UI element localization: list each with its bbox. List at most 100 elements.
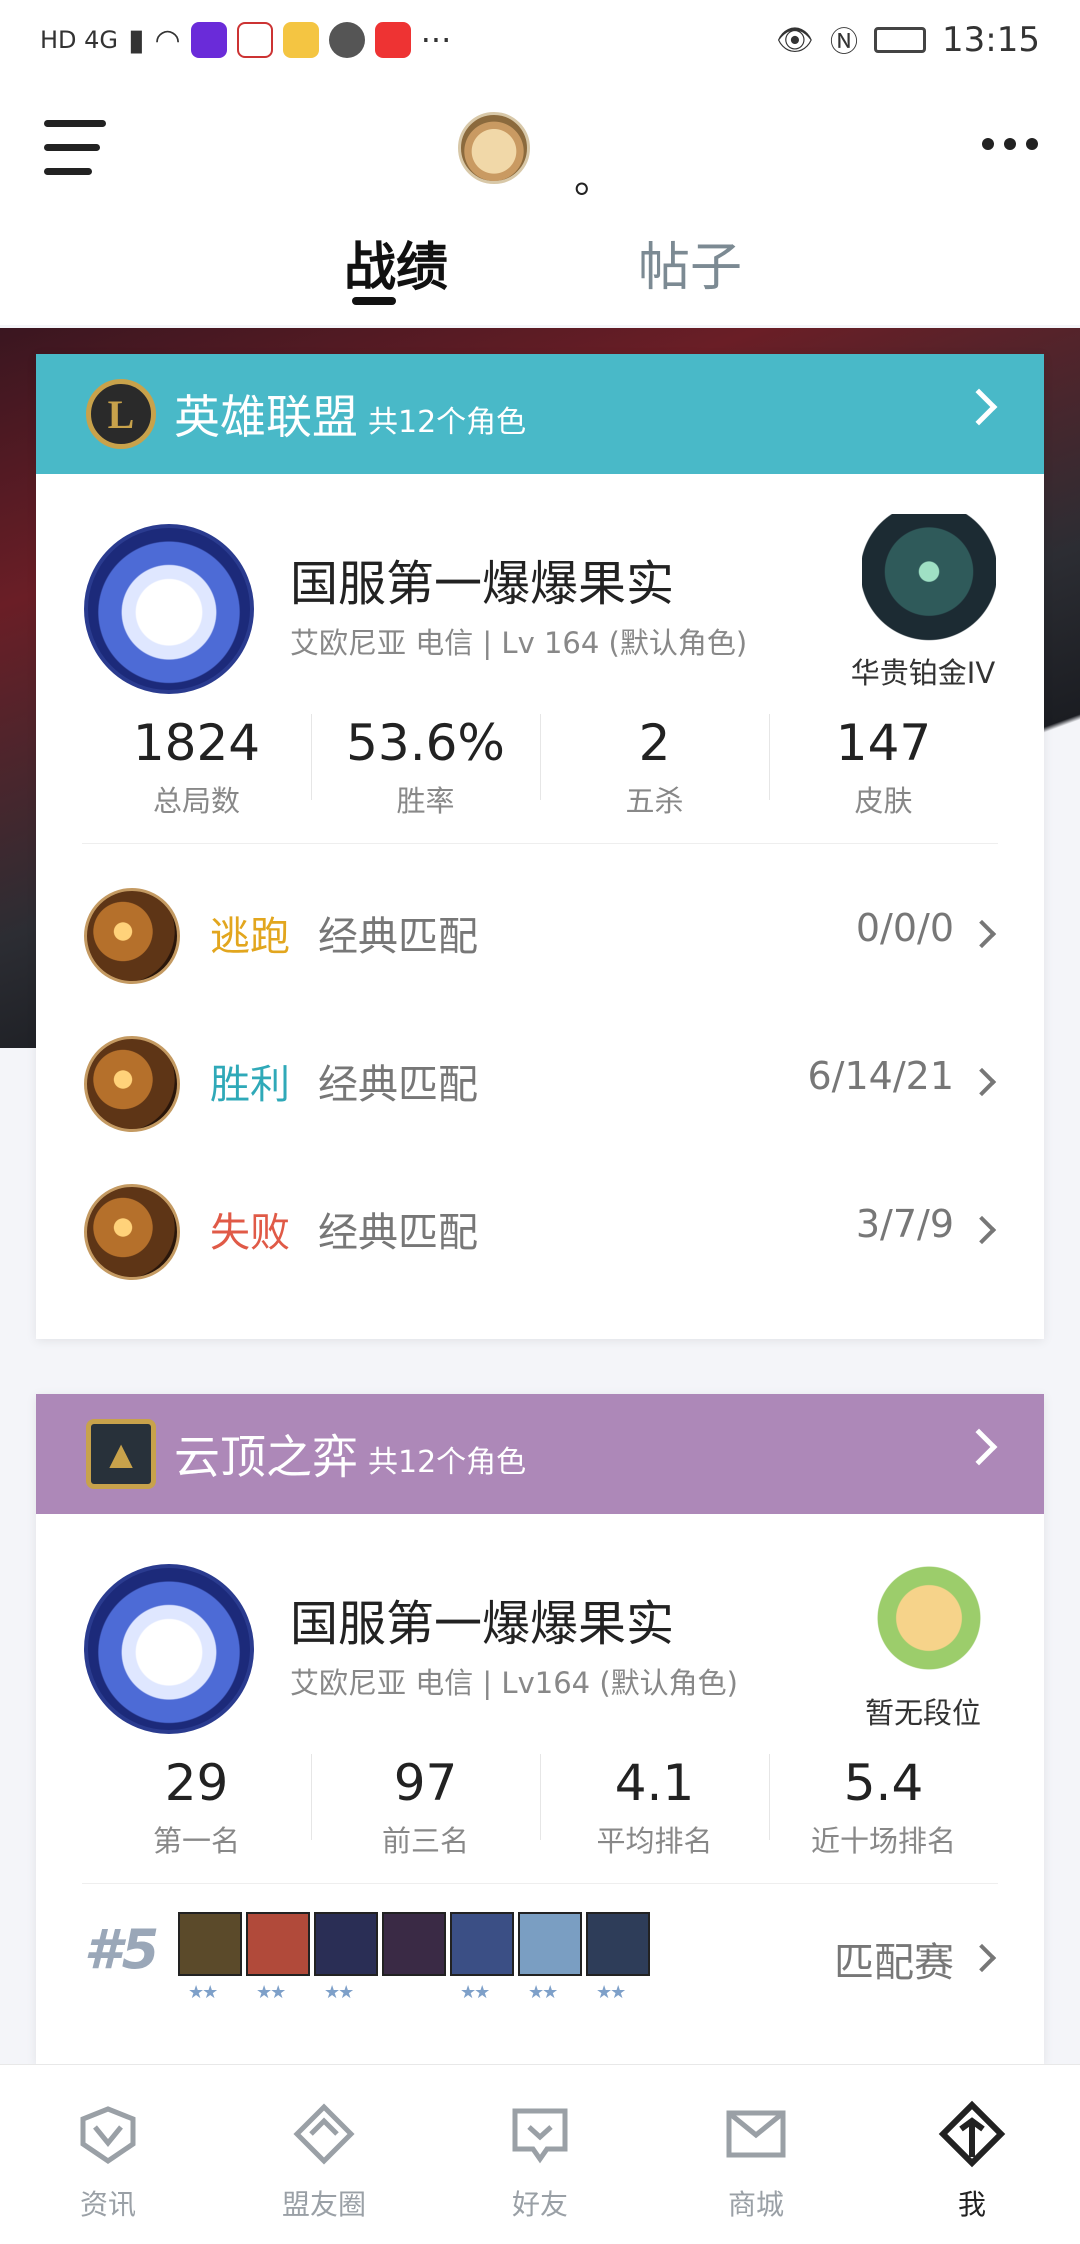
stats-row: 1824 总局数 53.6% 胜率 2 五杀 147 皮肤 xyxy=(82,694,998,844)
chevron-right-icon xyxy=(967,1943,997,1973)
chevron-right-icon xyxy=(960,1428,998,1466)
player-name: 国服第一爆爆果实 xyxy=(290,1596,675,1652)
star-level: ★★ xyxy=(596,1982,626,2003)
champion-icon xyxy=(84,888,180,984)
chevron-right-icon xyxy=(960,388,998,426)
stat-top-three: 97 前三名 xyxy=(311,1734,540,1883)
gift-app-icon xyxy=(374,22,411,58)
network-indicator: HD 4G xyxy=(40,26,119,54)
rank-label: 暂无段位 xyxy=(864,1696,981,1730)
stat-first-place: 29 第一名 xyxy=(82,1734,311,1883)
nav-news[interactable]: 资讯 xyxy=(0,2065,216,2244)
stat-label: 五杀 xyxy=(625,784,684,818)
star-level: ★★ xyxy=(324,1982,354,2003)
lol-card-header[interactable]: L 英雄联盟 共12个角色 xyxy=(36,354,1044,474)
friends-icon xyxy=(512,2108,568,2164)
chat-icon xyxy=(328,22,365,58)
music-app-icon xyxy=(282,22,319,58)
stat-label: 平均排名 xyxy=(596,1824,713,1858)
star-level: ★★ xyxy=(256,1982,286,2003)
champion-icon: ★★ xyxy=(178,1912,242,2003)
allies-icon xyxy=(293,2103,355,2165)
status-bar: HD 4G ▮ ◠ ··· 👁 Ⓝ 13:15 xyxy=(0,0,1080,80)
stat-win-rate: 53.6% 胜率 xyxy=(311,694,540,843)
match-mode: 经典匹配 xyxy=(318,1210,478,1256)
match-kda: 3/7/9 xyxy=(855,1202,954,1246)
champion-icon: ★★ xyxy=(586,1912,650,2003)
match-row[interactable]: 失败 经典匹配 3/7/9 xyxy=(36,1150,1044,1298)
bottom-nav: 资讯 盟友圈 好友 商城 我 xyxy=(0,2064,1080,2244)
nav-allies[interactable]: 盟友圈 xyxy=(216,2065,432,2244)
stat-value: 97 xyxy=(393,1754,458,1812)
unranked-icon xyxy=(862,1554,996,1682)
tft-logo-icon: ▲ xyxy=(86,1419,156,1489)
nav-me[interactable]: 我 xyxy=(864,2065,1080,2244)
placement: #5 xyxy=(84,1918,160,1981)
champion-icon xyxy=(84,1184,180,1280)
lol-card: L 英雄联盟 共12个角色 国服第一爆爆果实 艾欧尼亚 电信 | Lv 164 … xyxy=(36,354,1044,1339)
nav-label: 商城 xyxy=(727,2188,784,2221)
match-result: 胜利 xyxy=(210,1062,290,1108)
stat-label: 前三名 xyxy=(381,1824,469,1858)
stat-value: 29 xyxy=(164,1754,229,1812)
match-result: 逃跑 xyxy=(210,914,290,960)
chevron-right-icon xyxy=(967,1215,997,1245)
news-icon xyxy=(80,2106,136,2165)
more-options-icon[interactable] xyxy=(982,138,1038,150)
champion-icon: ★★ xyxy=(314,1912,378,2003)
tab-posts[interactable]: 帖子 xyxy=(638,225,742,300)
stat-label: 皮肤 xyxy=(854,784,913,818)
champion-icon xyxy=(382,1912,446,1976)
match-mode: 经典匹配 xyxy=(318,914,478,960)
server-info: 艾欧尼亚 电信 | Lv 164 (默认角色) xyxy=(290,626,748,660)
player-profile[interactable]: 国服第一爆爆果实 艾欧尼亚 电信 | Lv164 (默认角色) 暂无段位 xyxy=(36,1514,1044,1734)
battery-icon xyxy=(874,27,927,53)
nav-friends[interactable]: 好友 xyxy=(432,2065,648,2244)
match-kda: 6/14/21 xyxy=(807,1054,955,1098)
stat-label: 胜率 xyxy=(396,784,455,818)
game-name: 英雄联盟 xyxy=(174,390,358,444)
role-count: 共12个角色 xyxy=(368,1445,527,1480)
nfc-icon: Ⓝ xyxy=(830,25,859,58)
match-row[interactable]: 逃跑 经典匹配 0/0/0 xyxy=(36,854,1044,1002)
tft-card: ▲ 云顶之弈 共12个角色 国服第一爆爆果实 艾欧尼亚 电信 | Lv164 (… xyxy=(36,1394,1044,2064)
video-app-icon xyxy=(190,22,227,58)
role-count: 共12个角色 xyxy=(368,405,527,440)
profile-tabs: 战绩 帖子 xyxy=(0,225,1080,325)
player-avatar xyxy=(84,1564,254,1734)
eye-icon: 👁 xyxy=(775,22,814,58)
player-avatar xyxy=(84,524,254,694)
tab-records[interactable]: 战绩 xyxy=(344,225,448,300)
champion-icon xyxy=(84,1036,180,1132)
nav-label: 资讯 xyxy=(79,2188,136,2221)
menu-icon[interactable] xyxy=(44,120,106,178)
match-row[interactable]: 胜利 经典匹配 6/14/21 xyxy=(36,1002,1044,1150)
server-info: 艾欧尼亚 电信 | Lv164 (默认角色) xyxy=(290,1666,738,1700)
stat-average-place: 4.1 平均排名 xyxy=(540,1734,769,1883)
top-bar: 。 xyxy=(0,80,1080,230)
nav-label: 我 xyxy=(957,2188,986,2221)
nav-label: 好友 xyxy=(511,2188,568,2221)
profile-icon xyxy=(938,2100,1006,2168)
champion-icon: ★★ xyxy=(518,1912,582,2003)
game-name: 云顶之弈 xyxy=(174,1430,358,1484)
champion-icon: ★★ xyxy=(450,1912,514,2003)
stat-value: 1824 xyxy=(132,714,261,772)
star-level: ★★ xyxy=(188,1982,218,2003)
tft-card-header[interactable]: ▲ 云顶之弈 共12个角色 xyxy=(36,1394,1044,1514)
user-avatar[interactable] xyxy=(458,112,530,184)
tft-match-row[interactable]: #5 ★★ ★★ ★★ ★★ ★★ ★★ 匹配赛 xyxy=(36,1884,1044,2034)
shop-icon xyxy=(726,2110,786,2158)
nav-shop[interactable]: 商城 xyxy=(648,2065,864,2244)
rank-label: 华贵铂金IV xyxy=(850,656,996,690)
nav-label: 盟友圈 xyxy=(281,2188,366,2221)
player-profile[interactable]: 国服第一爆爆果实 艾欧尼亚 电信 | Lv 164 (默认角色) 华贵铂金IV xyxy=(36,474,1044,694)
chevron-right-icon xyxy=(967,919,997,949)
star-level: ★★ xyxy=(528,1982,558,2003)
stat-value: 53.6% xyxy=(346,714,505,772)
match-result: 失败 xyxy=(210,1210,290,1256)
stat-value: 4.1 xyxy=(614,1754,695,1812)
user-nickname: 。 xyxy=(574,156,614,202)
stat-recent-place: 5.4 近十场排名 xyxy=(769,1734,998,1883)
stat-value: 2 xyxy=(638,714,671,772)
